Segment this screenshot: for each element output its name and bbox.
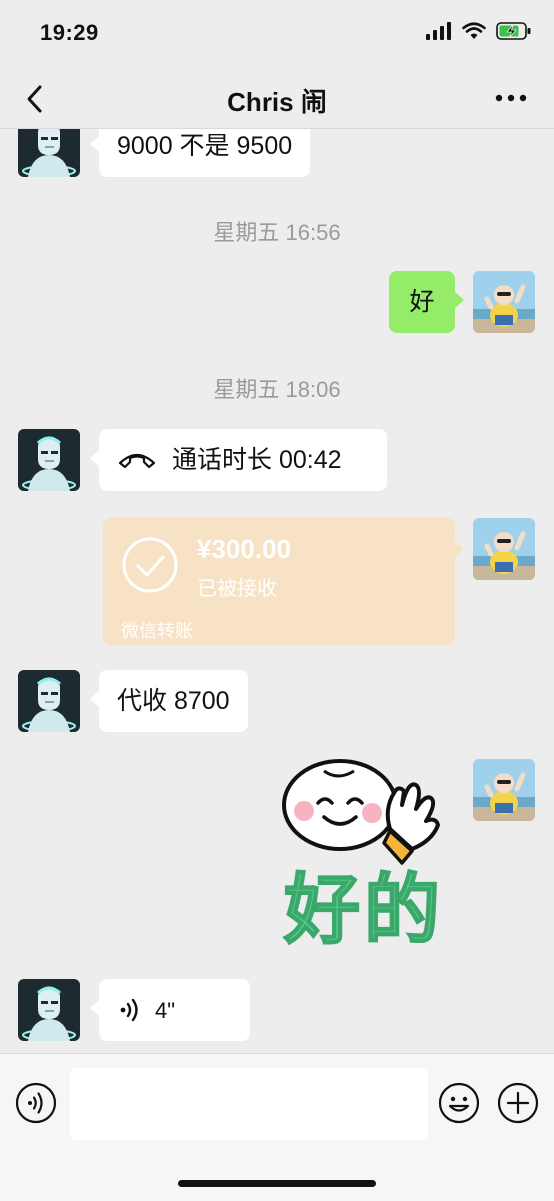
contact-avatar[interactable]: [18, 129, 80, 177]
call-duration-text: 通话时长 00:42: [172, 446, 342, 474]
transfer-amount: ¥300.00: [197, 534, 291, 564]
more-dots-icon[interactable]: [494, 88, 528, 108]
sticker-message[interactable]: 好的: [262, 759, 462, 959]
voice-wave-icon: [120, 998, 138, 1022]
message-input[interactable]: [70, 1068, 428, 1140]
voice-mode-icon[interactable]: [15, 1082, 57, 1124]
message-bubble-received[interactable]: 代收 8700: [90, 670, 248, 732]
chat-title: Chris 闹: [227, 87, 327, 117]
transfer-status: 已被接收: [197, 578, 277, 600]
contact-avatar[interactable]: [18, 979, 80, 1041]
sticker-text: 好的: [283, 867, 444, 954]
home-indicator[interactable]: [178, 1180, 376, 1187]
message-list[interactable]: 9000 不是 9500 星期五 16:56 好 星期五 18:06 通话时长 …: [0, 129, 554, 1053]
battery-charging-icon: [496, 22, 531, 40]
self-avatar[interactable]: [473, 759, 535, 821]
status-time: 19:29: [40, 20, 99, 45]
plus-circle-icon[interactable]: [497, 1082, 539, 1124]
message-text: 好: [409, 288, 435, 316]
message-text: 9000 不是 9500: [117, 132, 293, 160]
status-bar: 19:29: [0, 0, 554, 70]
phone-hangup-icon: [118, 453, 156, 469]
message-bubble-sent[interactable]: 好: [389, 271, 464, 333]
message-text: 代收 8700: [117, 687, 230, 715]
check-circle-icon: [122, 537, 178, 593]
status-icons: [426, 22, 532, 40]
signal-icon: [426, 22, 451, 40]
input-bar: [0, 1053, 554, 1201]
transfer-footer: 微信转账: [121, 621, 193, 641]
wifi-icon: [462, 22, 486, 39]
contact-avatar[interactable]: [18, 670, 80, 732]
voice-duration: 4": [155, 998, 176, 1023]
message-bubble-received[interactable]: 9000 不是 9500: [89, 129, 311, 177]
voice-message-bubble[interactable]: 4": [90, 979, 250, 1041]
transfer-card[interactable]: ¥300.00 已被接收 微信转账: [103, 518, 464, 645]
call-record-bubble[interactable]: 通话时长 00:42: [90, 429, 387, 491]
self-avatar[interactable]: [473, 518, 535, 580]
timestamp: 星期五 18:06: [213, 377, 341, 402]
chat-header: Chris 闹: [0, 70, 554, 129]
self-avatar[interactable]: [473, 271, 535, 333]
timestamp: 星期五 16:56: [213, 220, 341, 245]
contact-avatar[interactable]: [18, 429, 80, 491]
smiley-icon[interactable]: [438, 1082, 480, 1124]
